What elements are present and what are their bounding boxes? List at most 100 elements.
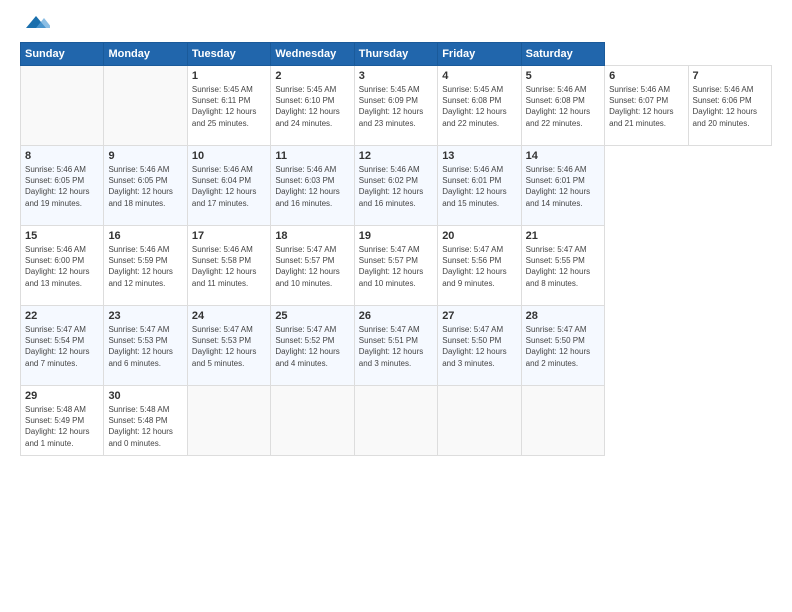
day-number: 18 bbox=[275, 230, 349, 242]
calendar-cell: 6Sunrise: 5:46 AMSunset: 6:07 PMDaylight… bbox=[605, 66, 688, 146]
calendar-cell: 26 Sunrise: 5:47 AMSunset: 5:51 PMDayligh… bbox=[354, 306, 437, 386]
day-number: 29 bbox=[25, 390, 99, 402]
day-number: 30 bbox=[108, 390, 182, 402]
calendar-cell: 19 Sunrise: 5:47 AMSunset: 5:57 PMDayligh… bbox=[354, 226, 437, 306]
calendar-cell bbox=[438, 386, 521, 456]
day-number: 5 bbox=[526, 70, 600, 82]
header bbox=[20, 16, 772, 32]
day-number: 15 bbox=[25, 230, 99, 242]
calendar-cell bbox=[104, 66, 187, 146]
day-number: 2 bbox=[275, 70, 349, 82]
calendar-week-3: 15 Sunrise: 5:46 AMSunset: 6:00 PMDayligh… bbox=[21, 226, 772, 306]
calendar-cell: 7 Sunrise: 5:46 AMSunset: 6:06 PMDaylight… bbox=[688, 66, 772, 146]
calendar-cell: 2 Sunrise: 5:45 AMSunset: 6:10 PMDaylight… bbox=[271, 66, 354, 146]
day-info: Sunrise: 5:46 AMSunset: 6:05 PMDaylight:… bbox=[108, 164, 182, 209]
day-info: Sunrise: 5:46 AMSunset: 6:08 PMDaylight:… bbox=[526, 84, 600, 129]
day-info: Sunrise: 5:48 AMSunset: 5:49 PMDaylight:… bbox=[25, 404, 99, 449]
day-info: Sunrise: 5:47 AMSunset: 5:53 PMDaylight:… bbox=[192, 324, 266, 369]
logo-icon bbox=[22, 14, 50, 32]
day-number: 25 bbox=[275, 310, 349, 322]
calendar-cell: 20 Sunrise: 5:47 AMSunset: 5:56 PMDayligh… bbox=[438, 226, 521, 306]
calendar-cell: 18 Sunrise: 5:47 AMSunset: 5:57 PMDayligh… bbox=[271, 226, 354, 306]
page: SundayMondayTuesdayWednesdayThursdayFrid… bbox=[0, 0, 792, 612]
day-info: Sunrise: 5:45 AMSunset: 6:08 PMDaylight:… bbox=[442, 84, 516, 129]
day-info: Sunrise: 5:46 AMSunset: 6:00 PMDaylight:… bbox=[25, 244, 99, 289]
day-number: 9 bbox=[108, 150, 182, 162]
day-number: 1 bbox=[192, 70, 266, 82]
calendar-cell: 27 Sunrise: 5:47 AMSunset: 5:50 PMDayligh… bbox=[438, 306, 521, 386]
calendar-cell: 25 Sunrise: 5:47 AMSunset: 5:52 PMDayligh… bbox=[271, 306, 354, 386]
day-info: Sunrise: 5:45 AMSunset: 6:11 PMDaylight:… bbox=[192, 84, 266, 129]
day-number: 16 bbox=[108, 230, 182, 242]
calendar-cell: 16 Sunrise: 5:46 AMSunset: 5:59 PMDayligh… bbox=[104, 226, 187, 306]
calendar-cell bbox=[187, 386, 270, 456]
calendar-cell: 17 Sunrise: 5:46 AMSunset: 5:58 PMDayligh… bbox=[187, 226, 270, 306]
day-number: 20 bbox=[442, 230, 516, 242]
day-info: Sunrise: 5:45 AMSunset: 6:10 PMDaylight:… bbox=[275, 84, 349, 129]
calendar-cell: 9 Sunrise: 5:46 AMSunset: 6:05 PMDaylight… bbox=[104, 146, 187, 226]
day-info: Sunrise: 5:46 AMSunset: 6:03 PMDaylight:… bbox=[275, 164, 349, 209]
day-info: Sunrise: 5:47 AMSunset: 5:52 PMDaylight:… bbox=[275, 324, 349, 369]
calendar-week-2: 8 Sunrise: 5:46 AMSunset: 6:05 PMDaylight… bbox=[21, 146, 772, 226]
day-info: Sunrise: 5:47 AMSunset: 5:53 PMDaylight:… bbox=[108, 324, 182, 369]
calendar-cell: 13 Sunrise: 5:46 AMSunset: 6:01 PMDayligh… bbox=[438, 146, 521, 226]
day-header-sunday: Sunday bbox=[21, 43, 104, 66]
day-info: Sunrise: 5:46 AMSunset: 6:06 PMDaylight:… bbox=[693, 84, 768, 129]
calendar-cell bbox=[354, 386, 437, 456]
day-info: Sunrise: 5:45 AMSunset: 6:09 PMDaylight:… bbox=[359, 84, 433, 129]
day-number: 24 bbox=[192, 310, 266, 322]
day-header-friday: Friday bbox=[438, 43, 521, 66]
day-number: 7 bbox=[693, 70, 768, 82]
day-info: Sunrise: 5:46 AMSunset: 5:59 PMDaylight:… bbox=[108, 244, 182, 289]
day-number: 22 bbox=[25, 310, 99, 322]
day-header-saturday: Saturday bbox=[521, 43, 604, 66]
day-info: Sunrise: 5:47 AMSunset: 5:51 PMDaylight:… bbox=[359, 324, 433, 369]
calendar-cell: 12Sunrise: 5:46 AMSunset: 6:02 PMDayligh… bbox=[354, 146, 437, 226]
day-info: Sunrise: 5:47 AMSunset: 5:57 PMDaylight:… bbox=[275, 244, 349, 289]
day-info: Sunrise: 5:47 AMSunset: 5:56 PMDaylight:… bbox=[442, 244, 516, 289]
day-header-thursday: Thursday bbox=[354, 43, 437, 66]
day-info: Sunrise: 5:47 AMSunset: 5:57 PMDaylight:… bbox=[359, 244, 433, 289]
calendar-cell: 14Sunrise: 5:46 AMSunset: 6:01 PMDayligh… bbox=[521, 146, 604, 226]
day-number: 19 bbox=[359, 230, 433, 242]
calendar-week-5: 29 Sunrise: 5:48 AMSunset: 5:49 PMDayligh… bbox=[21, 386, 772, 456]
day-info: Sunrise: 5:47 AMSunset: 5:54 PMDaylight:… bbox=[25, 324, 99, 369]
calendar-cell bbox=[271, 386, 354, 456]
calendar-table: SundayMondayTuesdayWednesdayThursdayFrid… bbox=[20, 42, 772, 456]
day-info: Sunrise: 5:46 AMSunset: 5:58 PMDaylight:… bbox=[192, 244, 266, 289]
day-number: 4 bbox=[442, 70, 516, 82]
calendar-cell bbox=[21, 66, 104, 146]
calendar-cell: 4 Sunrise: 5:45 AMSunset: 6:08 PMDaylight… bbox=[438, 66, 521, 146]
day-number: 10 bbox=[192, 150, 266, 162]
calendar-cell: 3 Sunrise: 5:45 AMSunset: 6:09 PMDaylight… bbox=[354, 66, 437, 146]
calendar-week-4: 22 Sunrise: 5:47 AMSunset: 5:54 PMDayligh… bbox=[21, 306, 772, 386]
calendar-cell: 29 Sunrise: 5:48 AMSunset: 5:49 PMDayligh… bbox=[21, 386, 104, 456]
day-info: Sunrise: 5:47 AMSunset: 5:50 PMDaylight:… bbox=[442, 324, 516, 369]
day-number: 14 bbox=[526, 150, 600, 162]
day-number: 26 bbox=[359, 310, 433, 322]
day-number: 8 bbox=[25, 150, 99, 162]
day-info: Sunrise: 5:46 AMSunset: 6:05 PMDaylight:… bbox=[25, 164, 99, 209]
day-info: Sunrise: 5:46 AMSunset: 6:01 PMDaylight:… bbox=[442, 164, 516, 209]
calendar-cell: 8 Sunrise: 5:46 AMSunset: 6:05 PMDaylight… bbox=[21, 146, 104, 226]
day-info: Sunrise: 5:46 AMSunset: 6:04 PMDaylight:… bbox=[192, 164, 266, 209]
calendar-cell: 23Sunrise: 5:47 AMSunset: 5:53 PMDayligh… bbox=[104, 306, 187, 386]
logo bbox=[20, 16, 50, 32]
calendar-cell: 24 Sunrise: 5:47 AMSunset: 5:53 PMDayligh… bbox=[187, 306, 270, 386]
day-number: 3 bbox=[359, 70, 433, 82]
calendar-header-row: SundayMondayTuesdayWednesdayThursdayFrid… bbox=[21, 43, 772, 66]
day-info: Sunrise: 5:48 AMSunset: 5:48 PMDaylight:… bbox=[108, 404, 182, 449]
day-number: 12 bbox=[359, 150, 433, 162]
day-number: 11 bbox=[275, 150, 349, 162]
calendar-cell: 1 Sunrise: 5:45 AMSunset: 6:11 PMDaylight… bbox=[187, 66, 270, 146]
calendar-cell: 10 Sunrise: 5:46 AMSunset: 6:04 PMDayligh… bbox=[187, 146, 270, 226]
day-number: 17 bbox=[192, 230, 266, 242]
day-number: 13 bbox=[442, 150, 516, 162]
calendar-cell: 11 Sunrise: 5:46 AMSunset: 6:03 PMDayligh… bbox=[271, 146, 354, 226]
calendar-cell: 30 Sunrise: 5:48 AMSunset: 5:48 PMDayligh… bbox=[104, 386, 187, 456]
calendar-cell: 5 Sunrise: 5:46 AMSunset: 6:08 PMDaylight… bbox=[521, 66, 604, 146]
day-header-wednesday: Wednesday bbox=[271, 43, 354, 66]
day-number: 27 bbox=[442, 310, 516, 322]
day-info: Sunrise: 5:47 AMSunset: 5:55 PMDaylight:… bbox=[526, 244, 600, 289]
calendar-cell: 21Sunrise: 5:47 AMSunset: 5:55 PMDayligh… bbox=[521, 226, 604, 306]
